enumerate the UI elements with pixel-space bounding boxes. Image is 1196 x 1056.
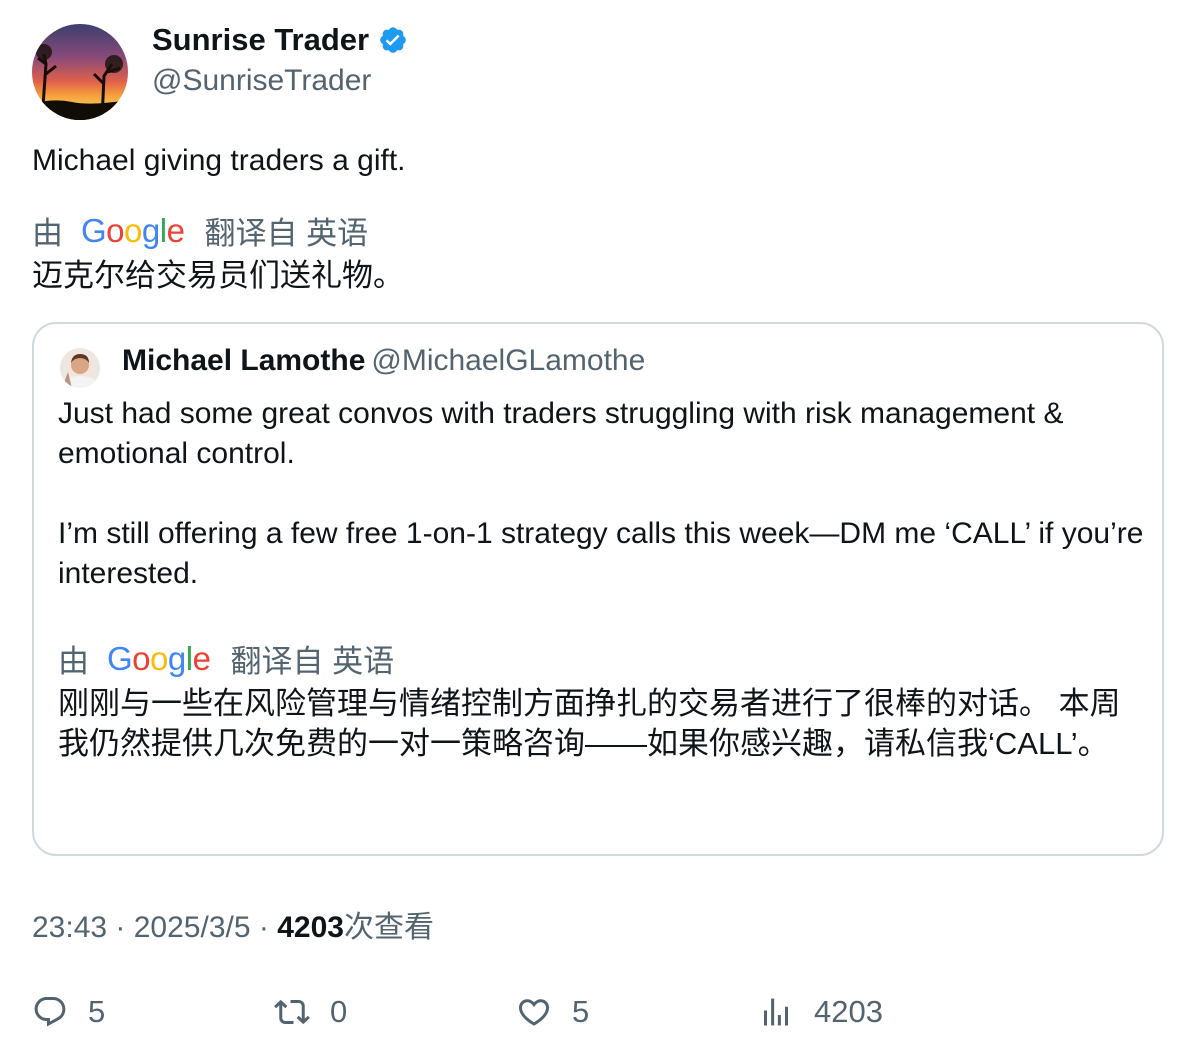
repost-count: 0 (330, 994, 348, 1029)
quoted-translation-attribution: 由 Google 翻译自 英语 (58, 636, 394, 681)
translated-tweet-text: 迈克尔给交易员们送礼物。 (32, 258, 404, 293)
translation-from-label: 翻译自 英语 (204, 216, 369, 251)
like-count: 5 (572, 994, 590, 1029)
author-display-name[interactable]: Sunrise Trader (152, 22, 408, 58)
google-logo: Google (81, 211, 185, 249)
meta-separator: · (258, 911, 278, 944)
tweet-meta: 23:43 · 2025/3/5 · 4203次查看 (32, 902, 434, 946)
author-name-text: Sunrise Trader (152, 22, 370, 57)
quoted-translated-text: 刚刚与一些在风险管理与情绪控制方面挣扎的交易者进行了很棒的对话。 本周我仍然提供… (58, 686, 1121, 761)
quoted-tweet-card[interactable]: Michael Lamothe @MichaelGLamothe Just had… (32, 322, 1164, 856)
portrait-avatar (60, 348, 100, 388)
quoted-paragraph-1: Just had some great convos with traders … (58, 397, 1064, 470)
tweet-time[interactable]: 23:43 (32, 911, 107, 944)
views-button[interactable]: 4203 (758, 990, 883, 1034)
quoted-author-name: Michael Lamothe (122, 344, 366, 377)
translation-by-label: 由 (32, 216, 63, 251)
reply-icon (34, 997, 66, 1027)
tweet-date[interactable]: 2025/3/5 (134, 911, 251, 944)
views-label: 次查看 (343, 911, 434, 944)
analytics-icon (764, 998, 788, 1026)
meta-separator: · (115, 911, 134, 944)
google-logo: Google (107, 639, 211, 677)
verified-badge-icon (378, 25, 408, 55)
author-handle[interactable]: @SunriseTrader (152, 64, 371, 98)
quoted-author-header: Michael Lamothe @MichaelGLamothe (122, 344, 645, 378)
views-count: 4203 (277, 911, 344, 944)
heart-icon (518, 999, 550, 1026)
quoted-paragraph-2: I’m still offering a few free 1-on-1 str… (58, 517, 1144, 590)
reply-count: 5 (88, 994, 106, 1029)
tweet-text: Michael giving traders a gift. (32, 144, 406, 177)
repost-button[interactable]: 0 (274, 990, 347, 1034)
sunset-photo-avatar (32, 24, 128, 120)
quoted-author-avatar (60, 348, 100, 388)
author-avatar[interactable] (32, 24, 128, 120)
reply-button[interactable]: 5 (32, 990, 105, 1034)
quoted-author-handle: @MichaelGLamothe (371, 344, 646, 377)
like-button[interactable]: 5 (516, 990, 589, 1034)
translation-from-label: 翻译自 英语 (230, 644, 395, 679)
views-action-count: 4203 (814, 994, 883, 1029)
translation-by-label: 由 (58, 644, 89, 679)
repost-icon (274, 999, 310, 1025)
translation-attribution: 由 Google 翻译自 英语 (32, 208, 368, 253)
